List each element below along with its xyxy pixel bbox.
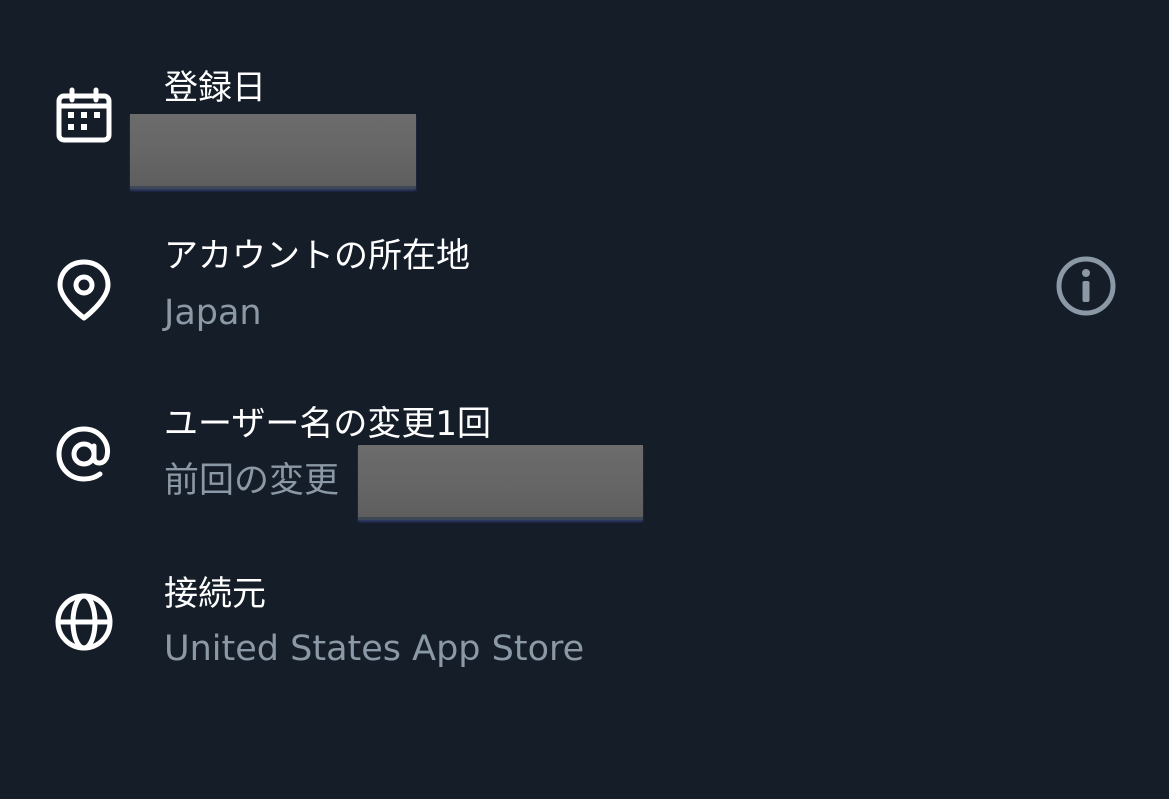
account-location-label: アカウントの所在地	[164, 236, 470, 276]
redaction-box	[358, 445, 643, 520]
registration-date-label: 登録日	[164, 68, 266, 108]
globe-icon	[50, 588, 118, 656]
calendar-icon	[50, 82, 118, 150]
connected-from-value: United States App Store	[164, 629, 585, 669]
username-changes-label: ユーザー名の変更1回	[164, 404, 491, 444]
connected-from-label: 接続元	[164, 574, 266, 614]
username-changes-row: ユーザー名の変更1回 前回の変更	[0, 390, 1169, 530]
connected-from-row: 接続元 United States App Store	[0, 560, 1169, 690]
registration-date-row: 登録日	[0, 0, 1169, 200]
at-sign-icon	[50, 420, 118, 488]
account-location-row: アカウントの所在地 Japan	[0, 220, 1169, 350]
username-changes-value: 前回の変更	[164, 461, 340, 501]
location-pin-icon	[50, 256, 118, 324]
redaction-box	[130, 114, 416, 189]
info-icon[interactable]	[1052, 252, 1120, 320]
account-location-value: Japan	[164, 293, 262, 333]
